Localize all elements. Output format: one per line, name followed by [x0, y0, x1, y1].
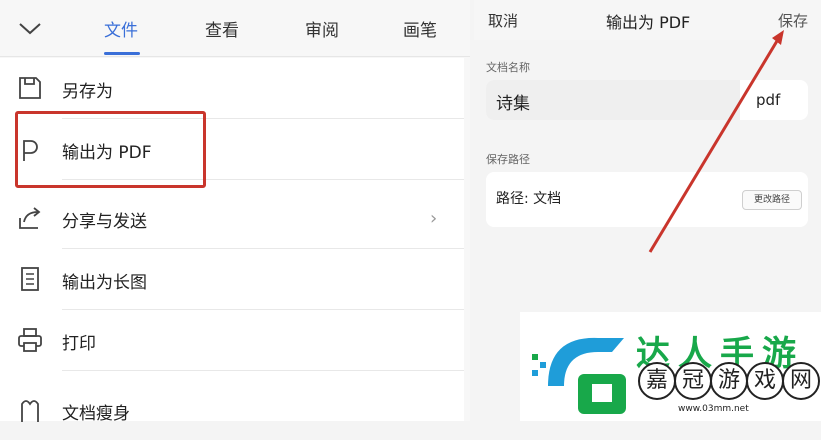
- menu-item-long-image[interactable]: 输出为长图: [0, 249, 464, 309]
- top-tab-bar: 文件 查看 审阅 画笔: [0, 0, 470, 57]
- share-icon: [19, 207, 41, 229]
- watermark-char: 网: [782, 362, 820, 400]
- path-value: 路径: 文档: [496, 191, 562, 207]
- tab-view[interactable]: 查看: [205, 16, 239, 41]
- watermark-emblem-icon: [532, 337, 626, 414]
- watermark-logo: 达人手游 嘉 冠 游 戏 网 www.03mm.net: [520, 312, 821, 421]
- watermark-char: 嘉: [638, 362, 676, 400]
- printer-icon: [18, 328, 42, 352]
- file-menu-panel: 文件 查看 审阅 画笔 另存为 输出为 PDF 分享与发送 › 输出为长图 打印…: [0, 0, 470, 424]
- active-tab-indicator: [104, 52, 140, 55]
- menu-item-label: 打印: [62, 334, 96, 354]
- cancel-button[interactable]: 取消: [488, 10, 518, 31]
- tab-review[interactable]: 审阅: [305, 16, 339, 41]
- chevron-right-icon: ›: [430, 208, 438, 229]
- save-button[interactable]: 保存: [778, 10, 808, 31]
- file-name-field[interactable]: 诗集: [486, 80, 740, 120]
- name-label: 文档名称: [486, 61, 530, 74]
- watermark-url: www.03mm.net: [678, 404, 749, 414]
- dialog-title: 输出为 PDF: [606, 13, 691, 32]
- chevron-down-icon[interactable]: [16, 14, 44, 42]
- long-image-icon: [21, 267, 39, 291]
- name-card: 诗集 pdf: [486, 80, 808, 120]
- divider: [62, 370, 464, 371]
- file-extension: pdf: [756, 91, 781, 109]
- change-path-button[interactable]: 更改路径: [742, 190, 802, 210]
- menu-item-label: 文档瘦身: [62, 404, 130, 424]
- menu-item-label: 输出为长图: [62, 273, 147, 293]
- menu-item-label: 另存为: [62, 82, 113, 102]
- tab-pen[interactable]: 画笔: [403, 16, 437, 41]
- tab-file[interactable]: 文件: [104, 16, 138, 41]
- slim-document-icon: [21, 400, 39, 422]
- menu-item-print[interactable]: 打印: [0, 310, 464, 370]
- watermark-char: 冠: [674, 362, 712, 400]
- path-label: 保存路径: [486, 153, 530, 166]
- save-as-icon: [19, 77, 41, 99]
- menu-item-slim-document[interactable]: 文档瘦身: [0, 380, 464, 440]
- watermark-char: 游: [710, 362, 748, 400]
- file-name-value: 诗集: [496, 94, 530, 114]
- menu-item-label: 分享与发送: [62, 212, 147, 232]
- path-card: 路径: 文档 更改路径: [486, 172, 808, 227]
- highlight-box: [15, 111, 206, 188]
- watermark-char: 戏: [746, 362, 784, 400]
- menu-item-save-as[interactable]: 另存为: [0, 58, 464, 118]
- dialog-header: 取消 输出为 PDF 保存: [474, 0, 821, 40]
- menu-item-share[interactable]: 分享与发送 ›: [0, 188, 464, 248]
